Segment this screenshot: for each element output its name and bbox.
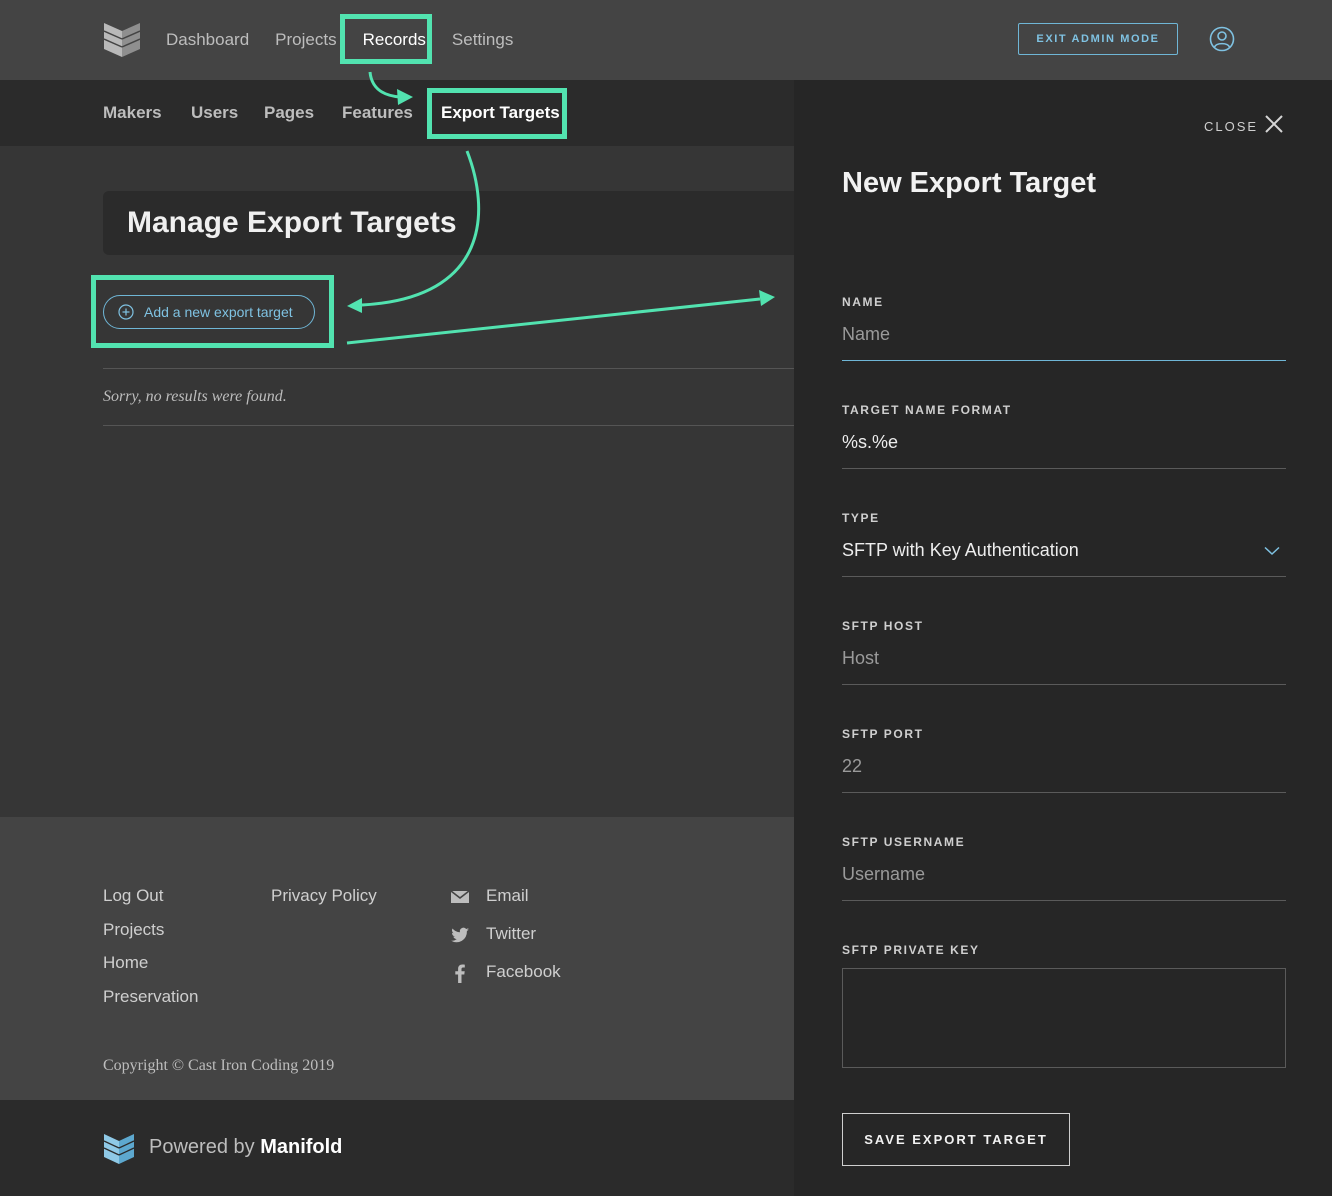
top-header: Dashboard Projects Records Settings EXIT… [0,0,1332,80]
close-label[interactable]: CLOSE [1204,119,1258,134]
powered-by-text[interactable]: Powered by Manifold [149,1136,342,1159]
name-input[interactable]: Name [842,324,890,345]
target-name-format-input[interactable]: %s.%e [842,432,898,453]
sftp-port-underline [842,792,1286,793]
target-name-format-label: TARGET NAME FORMAT [842,403,1012,417]
sftp-private-key-label: SFTP PRIVATE KEY [842,943,980,957]
annotation-arrowhead [759,290,775,306]
name-label: NAME [842,295,884,309]
sftp-host-label: SFTP HOST [842,619,924,633]
close-icon[interactable] [1264,114,1284,134]
annotation-highlight-export-targets [427,88,567,139]
annotation-arrowhead [347,298,362,313]
type-select[interactable]: SFTP with Key Authentication [842,540,1079,561]
chevron-down-icon[interactable] [1264,546,1280,556]
sftp-private-key-textarea[interactable] [842,968,1286,1068]
footer-link-privacy-policy[interactable]: Privacy Policy [271,886,377,906]
annotation-arrow-add-to-drawer [346,297,761,345]
subnav-pages[interactable]: Pages [264,80,314,146]
twitter-icon [451,927,469,943]
sftp-host-input[interactable]: Host [842,648,879,669]
sftp-username-input[interactable]: Username [842,864,925,885]
sftp-port-input[interactable]: 22 [842,756,862,777]
footer-link-email[interactable]: Email [486,886,529,906]
nav-dashboard[interactable]: Dashboard [166,30,249,50]
new-export-target-drawer: CLOSE New Export Target NAME Name TARGET… [794,80,1332,1196]
footer-link-home[interactable]: Home [103,953,148,973]
type-select-underline [842,576,1286,577]
type-label: TYPE [842,511,880,525]
copyright-text: Copyright © Cast Iron Coding 2019 [103,1057,335,1074]
site-footer: Log Out Projects Home Preservation Priva… [0,817,794,1100]
nav-settings[interactable]: Settings [452,30,513,50]
drawer-title: New Export Target [842,167,1097,199]
footer-link-projects[interactable]: Projects [103,920,164,940]
powered-by-brand: Manifold [260,1136,343,1158]
name-input-underline [842,360,1286,361]
annotation-highlight-add-button [91,275,334,348]
divider [103,425,794,426]
subnav-users[interactable]: Users [191,80,238,146]
manifold-logo-icon[interactable] [104,21,140,57]
subnav-makers[interactable]: Makers [103,80,162,146]
footer-link-twitter[interactable]: Twitter [486,924,536,944]
page-title: Manage Export Targets [127,206,457,239]
mail-icon [450,890,470,903]
manifold-logo-icon [104,1134,134,1164]
powered-by-prefix: Powered by [149,1136,255,1158]
empty-results-message: Sorry, no results were found. [103,388,287,405]
exit-admin-mode-button[interactable]: EXIT ADMIN MODE [1018,23,1178,55]
footer-link-facebook[interactable]: Facebook [486,962,561,982]
sftp-username-underline [842,900,1286,901]
powered-by-bar: Powered by Manifold [0,1100,794,1196]
divider [103,368,794,369]
footer-link-preservation[interactable]: Preservation [103,987,198,1007]
target-name-format-underline [842,468,1286,469]
facebook-icon [455,964,465,983]
annotation-highlight-records [340,14,432,64]
records-subnav: Makers Users Pages Features Export Targe… [0,80,794,146]
page-title-bar: Manage Export Targets [103,191,794,255]
user-avatar-icon[interactable] [1209,26,1235,52]
subnav-features[interactable]: Features [342,80,413,146]
sftp-port-label: SFTP PORT [842,727,924,741]
sftp-host-underline [842,684,1286,685]
sftp-username-label: SFTP USERNAME [842,835,966,849]
save-export-target-button[interactable]: SAVE EXPORT TARGET [842,1113,1070,1166]
footer-link-log-out[interactable]: Log Out [103,886,164,906]
nav-projects[interactable]: Projects [275,30,336,50]
